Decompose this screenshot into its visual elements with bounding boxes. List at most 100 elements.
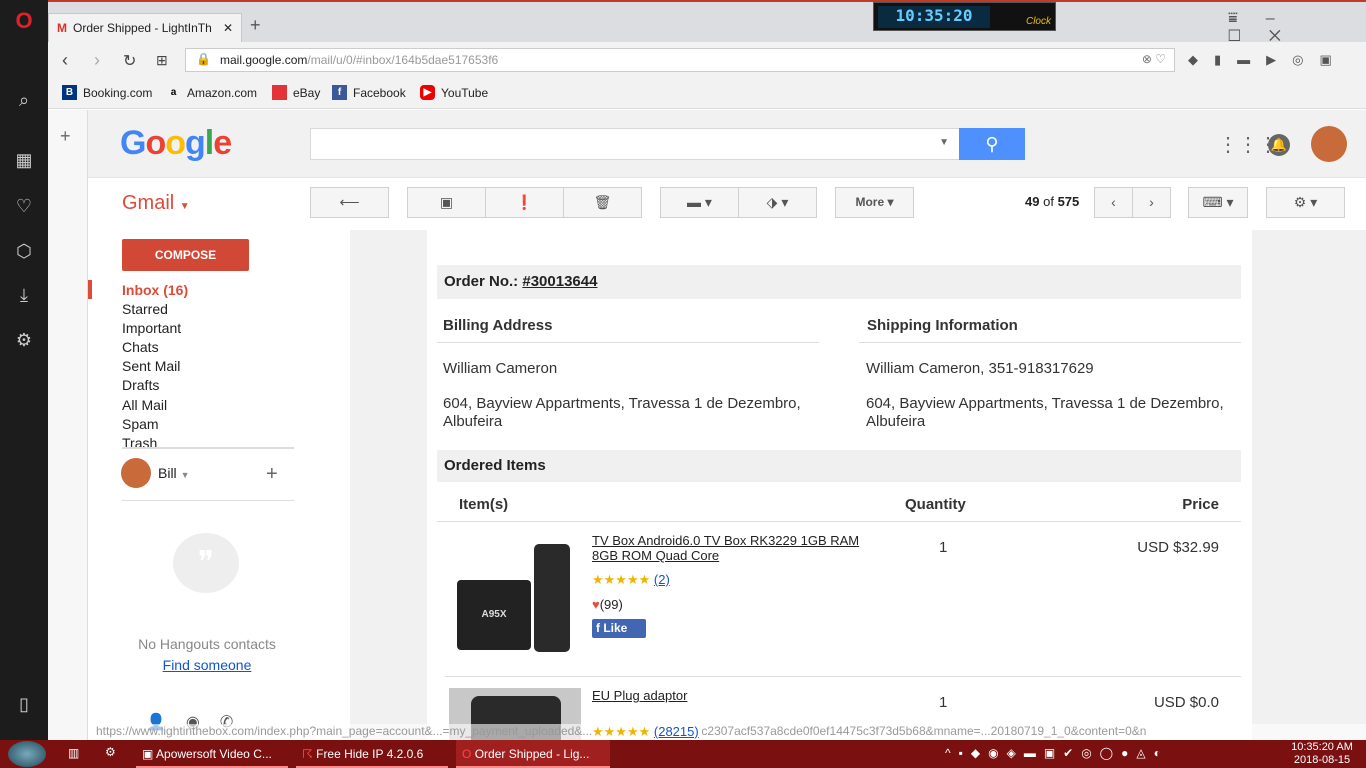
review-count-link[interactable]: (28215) [654,724,699,739]
heart-icon: ♥ [592,597,600,612]
divider [122,500,294,501]
taskbar-clock[interactable]: 10:35:20 AM 2018-08-15 [1282,740,1362,767]
item-name[interactable]: EU Plug adaptor [592,688,687,703]
order-number-link[interactable]: #30013644 [522,273,597,290]
back-to-inbox-button[interactable]: ⟵ [310,187,389,218]
forward-icon[interactable]: › [94,50,100,71]
youtube-icon: ▶ [420,85,435,100]
taskbar-app-icon[interactable]: ▥ [68,746,79,760]
shipping-address-line2: Albufeira [866,413,926,430]
taskbar-settings-icon[interactable]: ⚙ [105,745,116,759]
task-label: Free Hide IP 4.2.0.6 [316,747,424,761]
report-spam-button[interactable]: ❗ [485,187,564,218]
search-input[interactable]: ▼ [310,128,960,160]
bookmark-amazon[interactable]: a Amazon.com [166,85,257,100]
taskbar: ▥ ⚙ ▣ Apowersoft Video C... ☈ Free Hide … [0,740,1366,768]
bookmark-heart-icon[interactable]: ⊗ ♡ [1142,52,1166,66]
nav-drafts[interactable]: Drafts [122,377,159,393]
active-indicator [88,280,92,299]
item-name[interactable]: TV Box Android6.0 TV Box RK3229 1GB RAM 8… [592,533,859,563]
bookmark-booking[interactable]: B Booking.com [62,85,152,100]
nav-inbox[interactable]: Inbox (16) [122,282,188,298]
window-controls[interactable]: ⩸–☐✕ [1228,10,1366,46]
start-button[interactable] [8,741,46,767]
gmail-menu[interactable]: Gmail ▼ [122,192,190,215]
nav-chats[interactable]: Chats [122,339,159,355]
move-to-button[interactable]: ▬ ▾ [660,187,739,218]
item-qty: 1 [939,694,948,711]
gmail-nav: COMPOSE Inbox (16) Starred Important Cha… [88,230,350,740]
product-image-remote [534,544,570,652]
bookmarks-bar: B Booking.com a Amazon.com eBay f Facebook … [48,79,1366,109]
hangouts-icon: ❞ [173,533,239,593]
col-qty: Quantity [905,496,966,513]
url-input[interactable]: 🔒 mail.google.com/mail/u/0/#inbox/164b5d… [185,48,1175,72]
new-tab-icon[interactable]: + [250,15,261,36]
system-tray-icons[interactable]: ^▪◆◉◈▬▣✔◎◯●◬◐ [945,746,1169,760]
bookmark-youtube[interactable]: ▶ YouTube [420,85,488,100]
ebay-icon [272,85,287,100]
likes: ♥(99) [592,597,623,612]
item-name-line1[interactable]: EU Plug adaptor [592,688,687,703]
tabs-grid-icon[interactable]: ⊞ [156,52,168,69]
older-button[interactable]: › [1132,187,1171,218]
nav-starred[interactable]: Starred [122,301,168,317]
nav-important[interactable]: Important [122,320,181,336]
lock-icon: 🔒 [196,52,211,66]
task-opera[interactable]: O Order Shipped - Lig... [456,740,610,768]
cube-icon[interactable]: ⬡ [14,241,34,262]
sidebar-toggle-icon[interactable]: ▯ [14,694,34,715]
booking-icon: B [62,85,77,100]
extension-icons[interactable]: ◆▮▬▶◎▣ [1188,52,1348,68]
browser-tab[interactable]: M Order Shipped - LightInTh ✕ [48,13,242,42]
item-name-line2[interactable]: 8GB ROM Quad Core [592,548,719,563]
find-someone-link[interactable]: Find someone [88,657,326,673]
web-panel-sidebar: + [48,110,88,740]
add-panel-icon[interactable]: + [60,126,71,147]
nav-sent[interactable]: Sent Mail [122,358,180,374]
speed-dial-icon[interactable]: ▦ [14,150,34,171]
search-options-icon[interactable]: ▼ [939,137,949,148]
notifications-icon[interactable]: 🔔 [1268,134,1290,156]
billing-name: William Cameron [443,360,558,377]
search-icon[interactable]: ⌕ [14,90,34,111]
archive-button[interactable]: ▣ [407,187,486,218]
user-avatar[interactable] [121,458,151,488]
input-tools-button[interactable]: ⌨ ▾ [1188,187,1248,218]
url-host: mail.google.com [220,53,308,67]
item-name-line1[interactable]: TV Box Android6.0 TV Box RK3229 1GB RAM [592,533,859,548]
compose-button[interactable]: COMPOSE [122,239,249,271]
heart-icon[interactable]: ♡ [14,196,34,217]
new-hangout-icon[interactable]: + [266,463,278,486]
facebook-icon: f [332,85,347,100]
more-button[interactable]: More ▾ [835,187,914,218]
settings-button[interactable]: ⚙ ▾ [1266,187,1345,218]
product-image-tvbox[interactable]: A95X [457,580,531,650]
google-logo[interactable]: Google [120,124,232,163]
labels-button[interactable]: ⬗ ▾ [738,187,817,218]
bookmark-facebook[interactable]: f Facebook [332,85,406,100]
bookmark-ebay[interactable]: eBay [272,85,320,100]
delete-button[interactable]: 🗑 [563,187,642,218]
newer-button[interactable]: ‹ [1094,187,1133,218]
reload-icon[interactable]: ↻ [123,51,136,71]
facebook-like-button[interactable]: f Like [592,619,646,638]
avatar[interactable] [1311,126,1347,162]
opera-logo-icon[interactable]: O [14,8,34,34]
review-count-link[interactable]: (2) [654,572,670,587]
divider [445,676,1241,677]
rating-stars: ★★★★★ (2) [592,572,670,587]
task-apowersoft[interactable]: ▣ Apowersoft Video C... [136,740,288,768]
settings-icon[interactable]: ⚙ [14,330,34,351]
billing-address-line2: Albufeira [443,413,503,430]
search-button[interactable]: ⚲ [959,128,1025,160]
gmail-label: Gmail [122,192,175,214]
shipping-title: Shipping Information [867,317,1018,334]
hangouts-user[interactable]: Bill ▼ [158,465,189,481]
back-icon[interactable]: ‹ [62,50,68,71]
download-icon[interactable]: ⤓ [14,285,34,306]
task-free-hide-ip[interactable]: ☈ Free Hide IP 4.2.0.6 [296,740,448,768]
close-tab-icon[interactable]: ✕ [223,21,233,35]
nav-all-mail[interactable]: All Mail [122,397,167,413]
nav-spam[interactable]: Spam [122,416,159,432]
